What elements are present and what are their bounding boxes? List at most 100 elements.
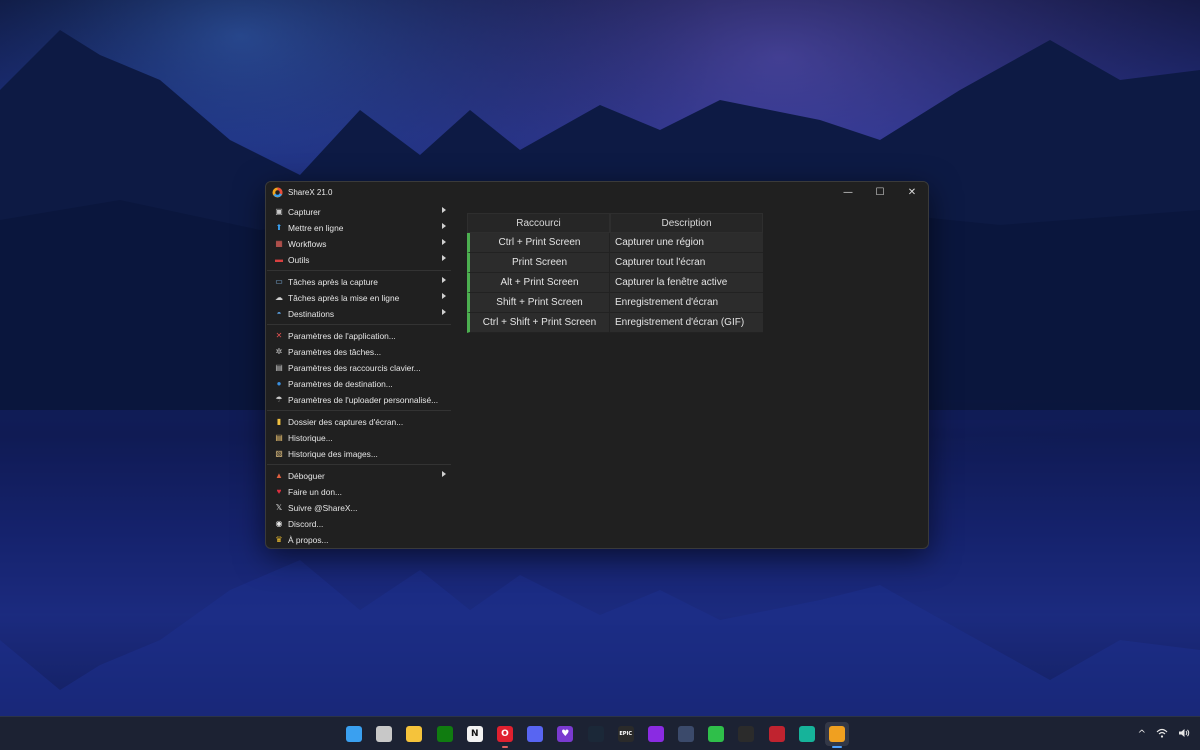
submenu-arrow-icon bbox=[442, 223, 446, 229]
circle-app-icon[interactable] bbox=[644, 722, 668, 746]
taskbar-glyph bbox=[376, 726, 393, 742]
description-column-header[interactable]: Description bbox=[610, 213, 763, 233]
menu-item-label: Outils bbox=[288, 255, 310, 265]
menu-item[interactable]: 𝕏 Suivre @ShareX... bbox=[267, 500, 451, 516]
menu-item[interactable]: ◉ Discord... bbox=[267, 516, 451, 532]
menu-group: ▣ Capturer ⬆ Mettre en ligne ▦ Workflows ▬ Outi… bbox=[267, 204, 451, 271]
bug-icon: ▲ bbox=[275, 471, 283, 480]
heart-icon: ♥ bbox=[276, 487, 282, 496]
title-bar[interactable]: ShareX 21.0 — ☐ ✕ bbox=[266, 182, 928, 202]
x-logo-icon: 𝕏 bbox=[275, 503, 283, 512]
windows-start-icon[interactable] bbox=[342, 722, 366, 746]
running-indicator bbox=[501, 746, 508, 748]
hotkey-row[interactable]: Ctrl + Print Screen Capturer une région bbox=[467, 233, 763, 253]
submenu-arrow-icon bbox=[442, 293, 446, 299]
sharex-logo-icon bbox=[272, 187, 283, 198]
menu-item[interactable]: ▤ Paramètres des raccourcis clavier... bbox=[267, 360, 451, 376]
main-menu: ▣ Capturer ⬆ Mettre en ligne ▦ Workflows ▬ Outi… bbox=[267, 204, 451, 548]
minimize-button[interactable]: — bbox=[832, 182, 864, 202]
menu-item-label: Paramètres des tâches... bbox=[288, 347, 382, 357]
steam-icon[interactable] bbox=[584, 722, 608, 746]
hotkey-description-cell: Capturer la fenêtre active bbox=[610, 273, 763, 293]
menu-item-label: Tâches après la mise en ligne bbox=[288, 293, 400, 303]
camera-icon: ▣ bbox=[275, 207, 283, 216]
taskbar-glyph bbox=[406, 726, 423, 742]
hotkey-description-cell: Enregistrement d'écran bbox=[610, 293, 763, 313]
menu-item[interactable]: ☂ Paramètres de l'uploader personnalisé..… bbox=[267, 392, 451, 408]
taskbar-glyph bbox=[708, 726, 725, 742]
notion-icon[interactable]: N bbox=[463, 722, 487, 746]
davinci-resolve-icon[interactable] bbox=[674, 722, 698, 746]
menu-item[interactable]: ▬ Outils bbox=[267, 252, 451, 268]
taskbar-glyph bbox=[527, 726, 544, 742]
heart-app-icon[interactable]: ♥ bbox=[553, 722, 577, 746]
menu-item[interactable]: ♥ Faire un don... bbox=[267, 484, 451, 500]
task-view-icon[interactable] bbox=[372, 722, 396, 746]
red-app-icon[interactable] bbox=[765, 722, 789, 746]
menu-item[interactable]: ▮ Dossier des captures d'écran... bbox=[267, 414, 451, 430]
menu-item-label: Faire un don... bbox=[288, 487, 343, 497]
close-button[interactable]: ✕ bbox=[896, 182, 928, 202]
hotkey-row[interactable]: Ctrl + Shift + Print Screen Enregistremen… bbox=[467, 313, 763, 333]
keyboard-icon: ▤ bbox=[275, 363, 283, 372]
obs-icon[interactable] bbox=[734, 722, 758, 746]
menu-item[interactable]: ▣ Capturer bbox=[267, 204, 451, 220]
menu-item[interactable]: ▲ Déboguer bbox=[267, 468, 451, 484]
menu-group: ▮ Dossier des captures d'écran... ▤ Histori… bbox=[267, 414, 451, 465]
shortcut-column-header[interactable]: Raccourci bbox=[467, 213, 610, 233]
elgato-icon[interactable] bbox=[704, 722, 728, 746]
menu-item[interactable]: ▦ Workflows bbox=[267, 236, 451, 252]
crown-icon: ♛ bbox=[275, 535, 283, 544]
submenu-arrow-icon bbox=[442, 277, 446, 283]
menu-item-label: Workflows bbox=[288, 239, 327, 249]
menu-item-label: Paramètres de destination... bbox=[288, 379, 393, 389]
menu-group: ✕ Paramètres de l'application... ✲ Paramètr… bbox=[267, 328, 451, 411]
hotkey-row[interactable]: Shift + Print Screen Enregistrement d'écr… bbox=[467, 293, 763, 313]
menu-item[interactable]: ✕ Paramètres de l'application... bbox=[267, 328, 451, 344]
taskbar-apps: N O ♥ EPIC bbox=[342, 722, 855, 748]
menu-item[interactable]: ♛ À propos... bbox=[267, 532, 451, 548]
menu-item-label: Paramètres de l'application... bbox=[288, 331, 396, 341]
submenu-arrow-icon bbox=[442, 207, 446, 213]
xbox-app-icon[interactable] bbox=[433, 722, 457, 746]
discord-app-icon[interactable] bbox=[523, 722, 547, 746]
menu-item-label: Destinations bbox=[288, 309, 335, 319]
image-task-icon: ▭ bbox=[275, 277, 283, 286]
submenu-arrow-icon bbox=[442, 309, 446, 315]
menu-item[interactable]: ✲ Paramètres des tâches... bbox=[267, 344, 451, 360]
menu-item-label: Paramètres de l'uploader personnalisé... bbox=[288, 395, 439, 405]
epic-games-icon[interactable]: EPIC bbox=[614, 722, 638, 746]
maximize-button[interactable]: ☐ bbox=[864, 182, 896, 202]
menu-item[interactable]: ▧ Historique des images... bbox=[267, 446, 451, 462]
window-controls: — ☐ ✕ bbox=[832, 182, 928, 202]
hotkey-row[interactable]: Print Screen Capturer tout l'écran bbox=[467, 253, 763, 273]
sharex-taskbar-icon[interactable] bbox=[825, 722, 849, 748]
taskbar-glyph bbox=[436, 726, 453, 742]
hotkey-shortcut-cell: Alt + Print Screen bbox=[467, 273, 610, 293]
taskbar-glyph bbox=[346, 726, 362, 742]
taskbar-glyph bbox=[829, 726, 845, 742]
file-explorer-icon[interactable] bbox=[402, 722, 426, 746]
opera-icon[interactable]: O bbox=[493, 722, 517, 748]
menu-item[interactable]: ☁ Tâches après la mise en ligne bbox=[267, 290, 451, 306]
menu-item-label: Suivre @ShareX... bbox=[288, 503, 358, 513]
menu-item-label: Historique... bbox=[288, 433, 333, 443]
taskbar-glyph: O bbox=[496, 726, 513, 742]
submenu-arrow-icon bbox=[442, 239, 446, 245]
wifi-icon[interactable] bbox=[1156, 728, 1168, 741]
hotkey-row[interactable]: Alt + Print Screen Capturer la fenêtre ac… bbox=[467, 273, 763, 293]
menu-item[interactable]: ⬆ Mettre en ligne bbox=[267, 220, 451, 236]
menu-item[interactable]: ▭ Tâches après la capture bbox=[267, 274, 451, 290]
teal-app-icon[interactable] bbox=[795, 722, 819, 746]
menu-item[interactable]: ◓ Destinations bbox=[267, 306, 451, 322]
menu-item-label: Dossier des captures d'écran... bbox=[288, 417, 404, 427]
destinations-icon: ◓ bbox=[276, 309, 282, 318]
menu-item[interactable]: ▤ Historique... bbox=[267, 430, 451, 446]
hotkey-shortcut-cell: Ctrl + Print Screen bbox=[467, 233, 610, 253]
window-title: ShareX 21.0 bbox=[288, 187, 333, 197]
menu-item[interactable]: ● Paramètres de destination... bbox=[267, 376, 451, 392]
tray-overflow-chevron-icon[interactable]: ^ bbox=[1138, 729, 1146, 740]
volume-icon[interactable] bbox=[1178, 728, 1190, 741]
hotkey-rows: Ctrl + Print Screen Capturer une région Pr… bbox=[467, 233, 763, 333]
upload-arrow-icon: ⬆ bbox=[275, 223, 283, 232]
